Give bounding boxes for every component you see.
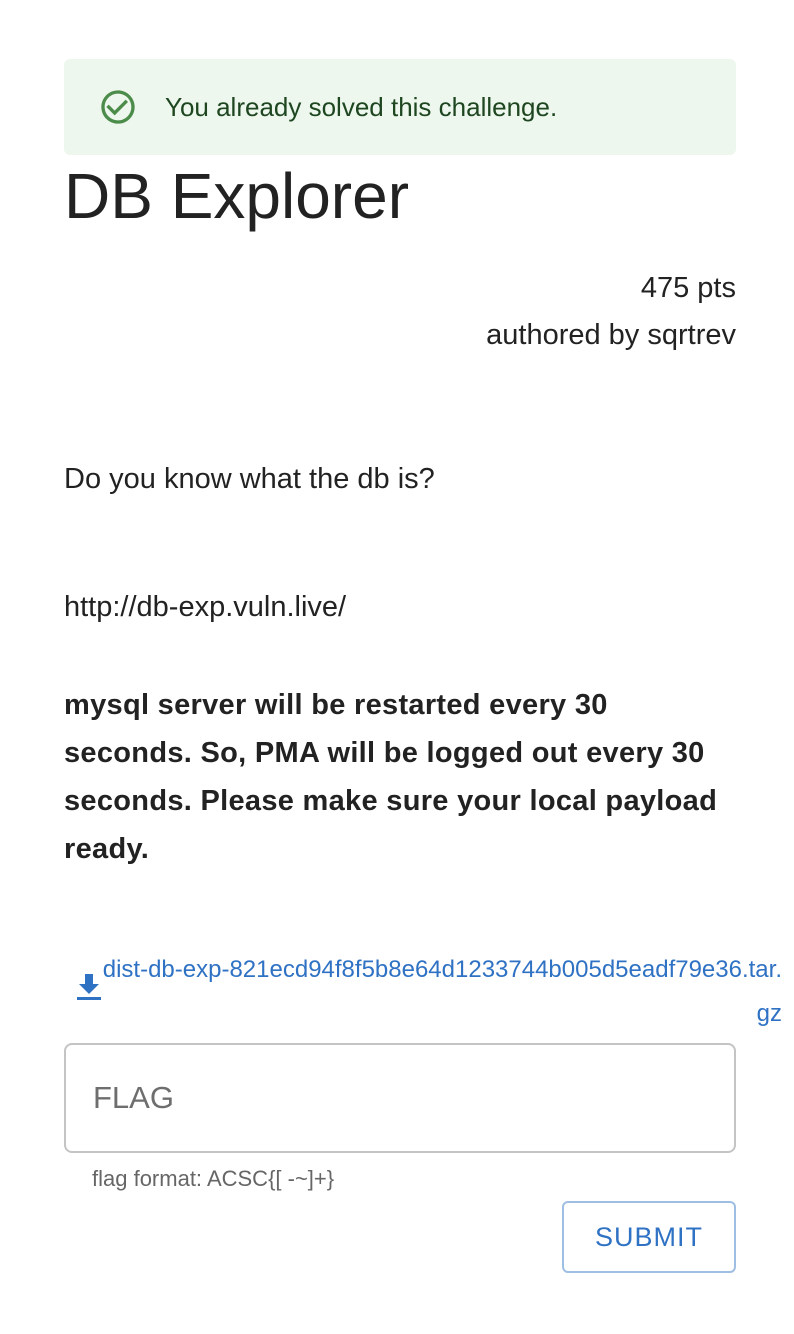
description-url: http://db-exp.vuln.live/ (64, 591, 347, 623)
alert-message: You already solved this challenge. (165, 92, 558, 122)
submit-button[interactable]: SUBMIT (562, 1201, 736, 1273)
challenge-author: authored by sqrtrev (486, 319, 736, 351)
description-question: Do you know what the db is? (64, 463, 435, 495)
download-icon[interactable] (76, 972, 102, 1002)
restart-notice: mysql server will be restarted every 30 … (64, 689, 718, 865)
download-link[interactable]: dist-db-exp-821ecd94f8f5b8e64d1233744b00… (102, 948, 782, 1036)
flag-input[interactable] (64, 1043, 736, 1153)
solved-alert: You already solved this challenge. (64, 59, 736, 155)
challenge-points: 475 pts (640, 272, 736, 304)
challenge-title: DB Explorer (64, 160, 409, 232)
challenge-page: You already solved this challenge. DB Ex… (0, 0, 794, 1334)
check-circle-icon (101, 90, 135, 124)
flag-format-helper: flag format: ACSC{[ -~]+} (92, 1166, 335, 1191)
